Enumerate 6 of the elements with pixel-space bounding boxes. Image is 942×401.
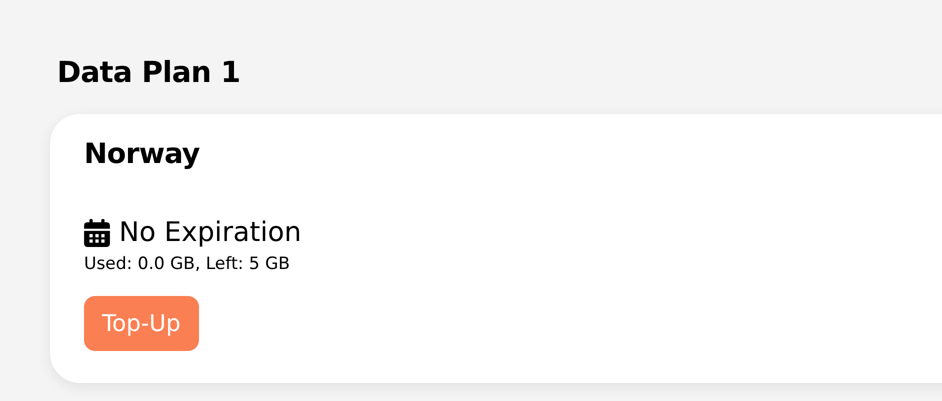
calendar-icon <box>84 219 110 247</box>
country-title: Norway <box>84 136 201 172</box>
section-heading: Data Plan 1 <box>57 54 242 91</box>
usage-text: Used: 0.0 GB, Left: 5 GB <box>84 253 291 276</box>
top-up-button[interactable]: Top-Up <box>84 296 199 351</box>
expiration-text: No Expiration <box>119 216 302 250</box>
